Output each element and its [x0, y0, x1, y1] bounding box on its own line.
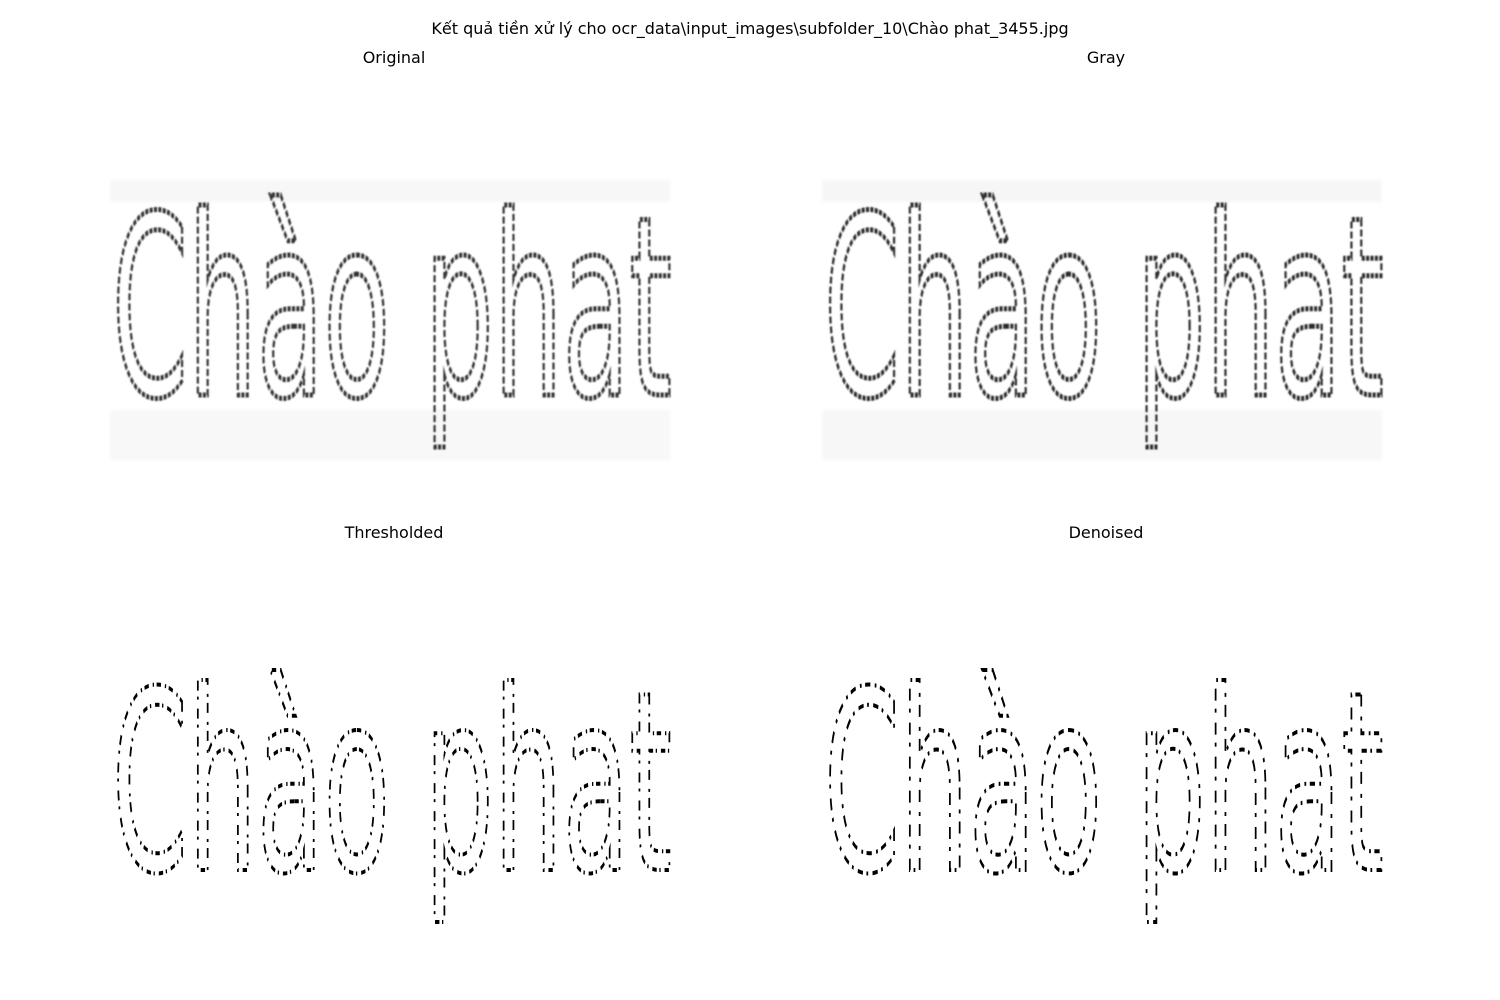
panel-title-original: Original [362, 48, 426, 67]
image-original-svg: Chào phat [110, 161, 675, 460]
image-denoised: Chào phat [812, 625, 1402, 990]
image-thresholded-svg: Chào phat [110, 636, 674, 931]
image-gray-svg: Chào phat [822, 161, 1387, 460]
panel-title-thresholded: Thresholded [344, 523, 444, 542]
image-original: Chào phat [100, 150, 690, 515]
image-thresholded: Chào phat [100, 625, 690, 990]
denoised-text: Chào phat [824, 638, 1384, 929]
panel-title-denoised: Denoised [1068, 523, 1144, 542]
figure-suptitle: Kết quả tiền xử lý cho ocr_data\input_im… [431, 19, 1069, 38]
image-denoised-svg: Chào phat [822, 636, 1386, 931]
gray-text: Chào phat [824, 163, 1384, 454]
original-text: Chào phat [112, 163, 672, 454]
panel-title-gray: Gray [1086, 48, 1126, 67]
image-gray: Chào phat [812, 150, 1402, 515]
thresholded-text: Chào phat [112, 638, 672, 929]
